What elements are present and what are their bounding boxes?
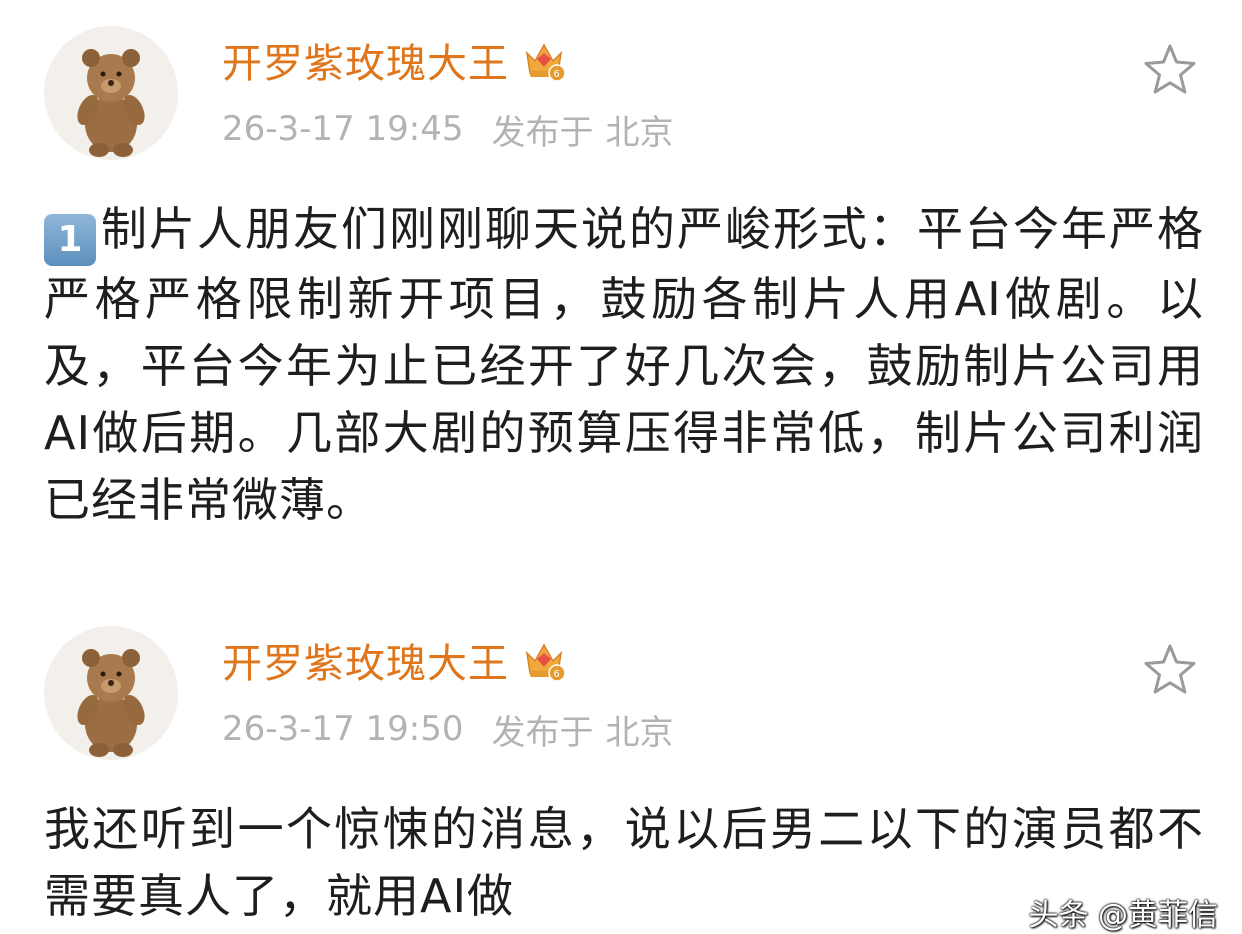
post-meta: 26-3-17 19:45 发布于 北京 — [222, 104, 674, 154]
number-badge: 1 — [44, 214, 96, 266]
location-label: 发布于 — [491, 112, 594, 153]
post-meta: 26-3-17 19:50 发布于 北京 — [222, 704, 674, 754]
post-time: 26-3-17 19:45 — [222, 109, 464, 149]
teddy-bear-avatar-icon — [44, 26, 178, 160]
location-label: 发布于 — [491, 712, 594, 753]
star-icon[interactable] — [1140, 640, 1200, 700]
post-time: 26-3-17 19:50 — [222, 709, 464, 749]
username-text: 开罗紫玫瑰大王 — [222, 41, 509, 87]
username[interactable]: 开罗紫玫瑰大王 6 — [222, 630, 567, 690]
weibo-post: 开罗紫玫瑰大王 6 26-3-17 19:45 发布于 北京 1 制片人朋友们刚刚… — [0, 0, 1242, 580]
star-icon[interactable] — [1140, 40, 1200, 100]
avatar[interactable] — [44, 626, 178, 760]
crown-vip-icon: 6 — [525, 43, 566, 82]
post-content: 1 制片人朋友们刚刚聊天说的严峻形式：平台今年严格严格严格限制新开项目，鼓励各制片… — [44, 196, 1204, 534]
post-text: 制片人朋友们刚刚聊天说的严峻形式：平台今年严格严格严格限制新开项目，鼓励各制片人… — [44, 202, 1204, 527]
teddy-bear-avatar-icon — [44, 626, 178, 760]
crown-vip-icon: 6 — [525, 643, 566, 682]
vip-level: 6 — [553, 669, 560, 680]
vip-level: 6 — [553, 69, 560, 80]
weibo-post: 开罗紫玫瑰大王 6 26-3-17 19:50 发布于 北京 我还听到一个惊悚的… — [0, 600, 1242, 933]
location: 北京 — [605, 712, 674, 753]
avatar[interactable] — [44, 26, 178, 160]
username[interactable]: 开罗紫玫瑰大王 6 — [222, 30, 567, 90]
location: 北京 — [605, 112, 674, 153]
username-text: 开罗紫玫瑰大王 — [222, 641, 509, 687]
watermark: 头条 @黄菲信 — [1028, 898, 1218, 933]
